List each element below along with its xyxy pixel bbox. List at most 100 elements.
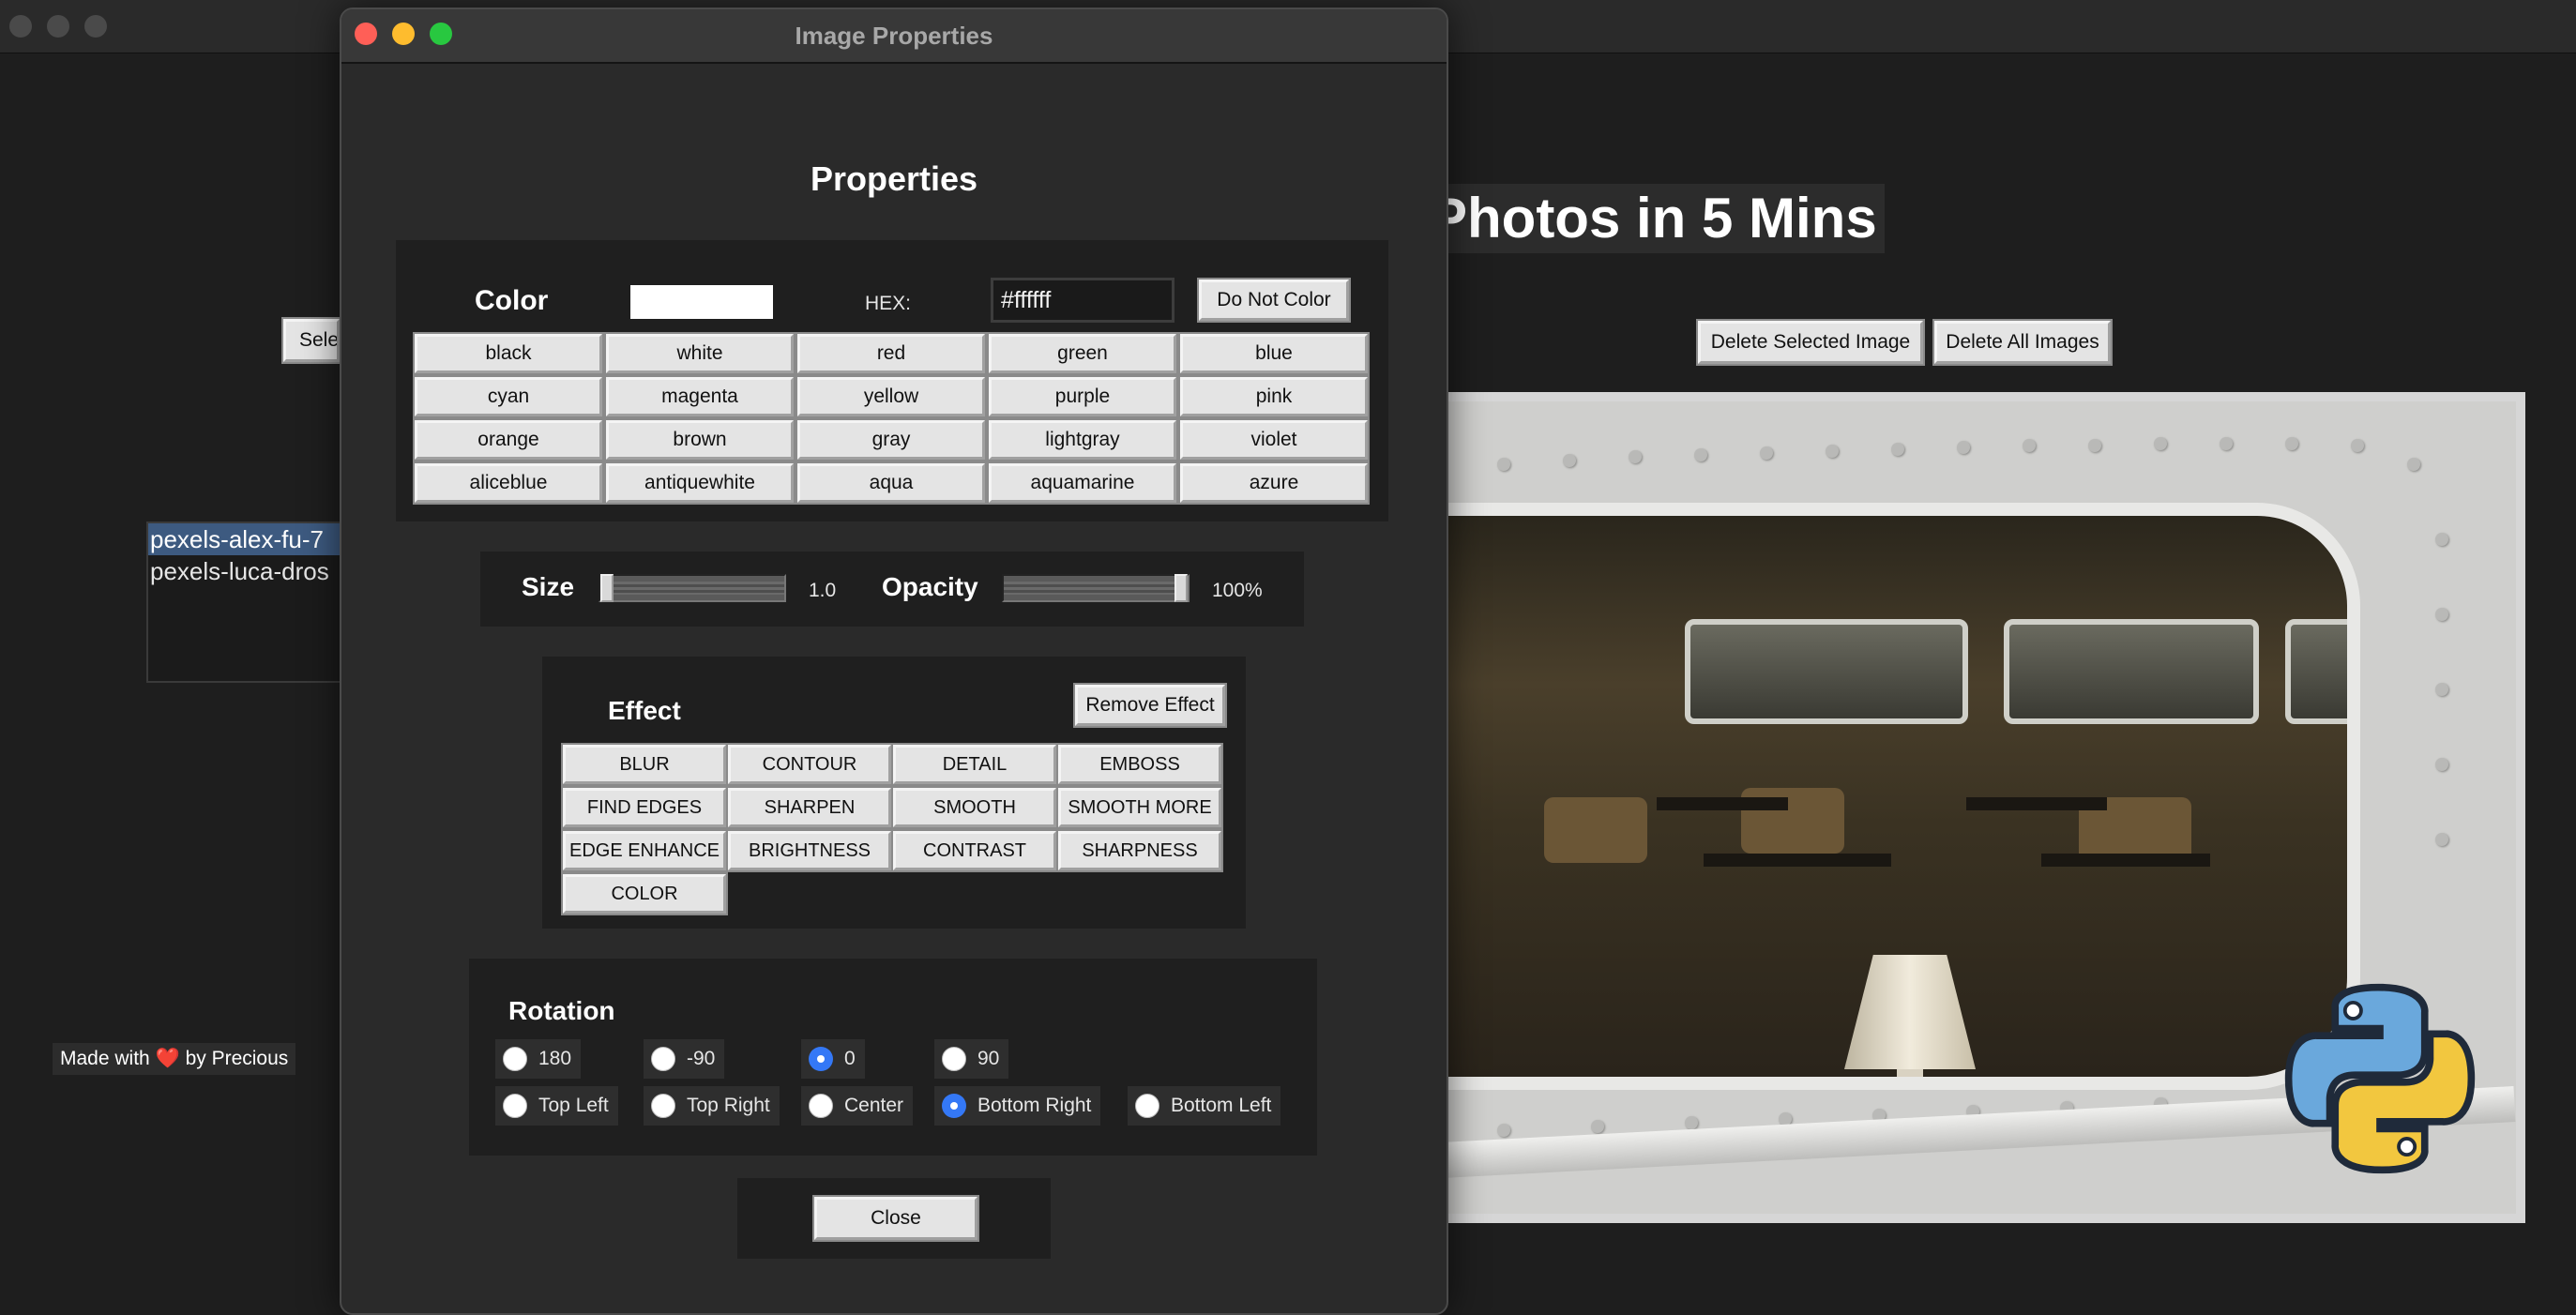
select-images-button[interactable]: Sele	[283, 319, 340, 362]
color-button-aliceblue[interactable]: aliceblue	[415, 463, 602, 503]
color-button-purple[interactable]: purple	[989, 377, 1176, 416]
color-button-antiquewhite[interactable]: antiquewhite	[606, 463, 794, 503]
radio-indicator[interactable]	[809, 1094, 833, 1118]
opacity-slider-handle[interactable]	[1174, 574, 1188, 602]
size-value: 1.0	[809, 580, 837, 601]
color-button-magenta[interactable]: magenta	[606, 377, 794, 416]
size-label: Size	[522, 572, 575, 601]
effect-button-blur[interactable]: BLUR	[563, 745, 726, 784]
delete-all-images-button[interactable]: Delete All Images	[1934, 321, 2111, 364]
radio-indicator[interactable]	[809, 1047, 833, 1071]
python-logo-icon	[2284, 983, 2476, 1174]
radio-indicator[interactable]	[1135, 1094, 1159, 1118]
effect-button-smooth-more[interactable]: SMOOTH MORE	[1058, 788, 1221, 827]
radio-label: Top Right	[687, 1095, 770, 1116]
radio-label: Bottom Left	[1171, 1095, 1272, 1116]
color-button-yellow[interactable]: yellow	[797, 377, 985, 416]
anchor-radio-top-right[interactable]: Top Right	[644, 1086, 780, 1126]
close-window-icon[interactable]	[9, 15, 32, 38]
rotation-radio-neg90[interactable]: -90	[644, 1039, 725, 1079]
delete-selected-image-button[interactable]: Delete Selected Image	[1698, 321, 1923, 364]
do-not-color-button[interactable]: Do Not Color	[1199, 280, 1349, 321]
close-panel: Close	[737, 1178, 1051, 1259]
anchor-radio-top-left[interactable]: Top Left	[495, 1086, 618, 1126]
opacity-label: Opacity	[882, 572, 978, 601]
remove-effect-button[interactable]: Remove Effect	[1075, 685, 1225, 726]
radio-label: Bottom Right	[977, 1095, 1092, 1116]
minimize-window-icon[interactable]	[47, 15, 69, 38]
effect-button-contrast[interactable]: CONTRAST	[893, 831, 1056, 870]
effect-button-sharpness[interactable]: SHARPNESS	[1058, 831, 1221, 870]
radio-label: -90	[687, 1048, 716, 1069]
radio-label: 180	[538, 1048, 572, 1069]
rotation-panel: Rotation 180 -90 0 90 Top Left Top Right…	[469, 959, 1317, 1156]
radio-indicator[interactable]	[942, 1047, 966, 1071]
effect-button-edge-enhance[interactable]: EDGE ENHANCE	[563, 831, 726, 870]
maximize-window-icon[interactable]	[84, 15, 107, 38]
radio-label: Center	[844, 1095, 904, 1116]
color-button-aquamarine[interactable]: aquamarine	[989, 463, 1176, 503]
color-button-azure[interactable]: azure	[1180, 463, 1368, 503]
size-slider-handle[interactable]	[600, 574, 614, 602]
image-preview	[1441, 392, 2525, 1223]
color-button-red[interactable]: red	[797, 334, 985, 373]
app-heading: Photos in 5 Mins	[1422, 184, 1885, 253]
dialog-titlebar[interactable]: Image Properties	[341, 9, 1447, 64]
effect-panel: Effect Remove Effect BLUR CONTOUR DETAIL…	[542, 657, 1246, 929]
color-button-blue[interactable]: blue	[1180, 334, 1368, 373]
radio-indicator[interactable]	[503, 1047, 527, 1071]
close-button[interactable]: Close	[814, 1197, 977, 1240]
opacity-value: 100%	[1212, 580, 1263, 601]
radio-label: 0	[844, 1048, 856, 1069]
color-button-orange[interactable]: orange	[415, 420, 602, 460]
anchor-radio-center[interactable]: Center	[801, 1086, 914, 1126]
anchor-radio-bottom-right[interactable]: Bottom Right	[934, 1086, 1101, 1126]
radio-indicator[interactable]	[942, 1094, 966, 1118]
effect-button-emboss[interactable]: EMBOSS	[1058, 745, 1221, 784]
rotation-radio-180[interactable]: 180	[495, 1039, 582, 1079]
effect-button-sharpen[interactable]: SHARPEN	[728, 788, 891, 827]
anchor-radio-bottom-left[interactable]: Bottom Left	[1128, 1086, 1281, 1126]
color-button-black[interactable]: black	[415, 334, 602, 373]
color-options-grid: black white red green blue cyan magenta …	[415, 334, 1368, 505]
color-button-cyan[interactable]: cyan	[415, 377, 602, 416]
color-swatch	[630, 285, 773, 319]
color-button-violet[interactable]: violet	[1180, 420, 1368, 460]
hex-input[interactable]	[991, 278, 1174, 323]
effect-button-detail[interactable]: DETAIL	[893, 745, 1056, 784]
radio-indicator[interactable]	[651, 1094, 675, 1118]
size-opacity-panel: Size 1.0 Opacity 100%	[480, 552, 1304, 627]
effect-button-color[interactable]: COLOR	[563, 874, 726, 914]
rotation-radio-0[interactable]: 0	[801, 1039, 865, 1079]
image-properties-dialog: Image Properties Properties Color HEX: D…	[340, 8, 1448, 1315]
footer-prefix: Made with	[60, 1048, 150, 1069]
rotation-radio-90[interactable]: 90	[934, 1039, 1009, 1079]
effect-button-brightness[interactable]: BRIGHTNESS	[728, 831, 891, 870]
heart-icon: ❤️	[155, 1048, 180, 1069]
effect-label: Effect	[608, 696, 681, 725]
radio-indicator[interactable]	[503, 1094, 527, 1118]
color-button-white[interactable]: white	[606, 334, 794, 373]
radio-label: 90	[977, 1048, 1000, 1069]
dialog-title: Image Properties	[795, 22, 993, 50]
size-slider[interactable]	[599, 574, 786, 602]
hex-label: HEX:	[865, 293, 912, 314]
effect-button-find-edges[interactable]: FIND EDGES	[563, 788, 726, 827]
color-button-pink[interactable]: pink	[1180, 377, 1368, 416]
color-button-brown[interactable]: brown	[606, 420, 794, 460]
effect-button-smooth[interactable]: SMOOTH	[893, 788, 1056, 827]
list-item[interactable]: pexels-luca-dros	[148, 555, 341, 587]
opacity-slider[interactable]	[1002, 574, 1190, 602]
image-listbox[interactable]: pexels-alex-fu-7 pexels-luca-dros	[146, 521, 343, 683]
color-button-green[interactable]: green	[989, 334, 1176, 373]
footer-suffix: by Precious	[185, 1048, 289, 1069]
color-label: Color	[475, 285, 549, 316]
color-button-aqua[interactable]: aqua	[797, 463, 985, 503]
color-button-lightgray[interactable]: lightgray	[989, 420, 1176, 460]
radio-label: Top Left	[538, 1095, 609, 1116]
color-button-gray[interactable]: gray	[797, 420, 985, 460]
list-item[interactable]: pexels-alex-fu-7	[148, 523, 341, 555]
radio-indicator[interactable]	[651, 1047, 675, 1071]
effect-button-contour[interactable]: CONTOUR	[728, 745, 891, 784]
properties-heading: Properties	[810, 159, 978, 198]
